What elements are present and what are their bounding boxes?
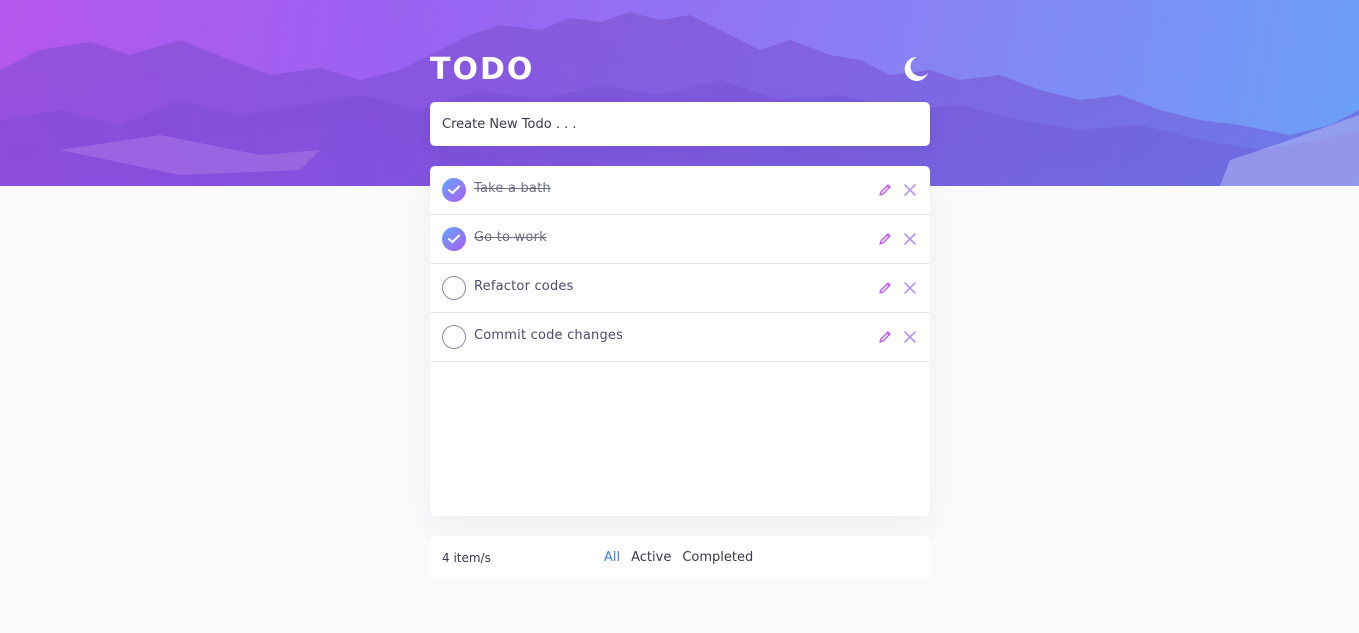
filter-all[interactable]: All: [604, 550, 620, 565]
new-todo-field: [430, 102, 930, 146]
delete-button[interactable]: [903, 231, 917, 245]
todo-checkbox[interactable]: [442, 178, 466, 202]
close-icon: [904, 331, 916, 343]
delete-button[interactable]: [903, 280, 917, 294]
todo-label: Commit code changes: [474, 328, 624, 343]
header-background-image: [0, 0, 1359, 186]
todo-item: Commit code changes: [430, 313, 930, 362]
edit-button[interactable]: [878, 280, 892, 294]
pencil-icon: [879, 233, 891, 245]
todo-label: Go to work: [474, 230, 547, 245]
edit-button[interactable]: [878, 329, 892, 343]
theme-toggle-button[interactable]: [900, 54, 930, 84]
moon-icon: [904, 56, 928, 81]
todo-footer: 4 item/s All Active Completed: [430, 536, 930, 579]
edit-button[interactable]: [878, 231, 892, 245]
mountain-photo: [0, 12, 1359, 186]
todo-list: Take a bath Go to work Refactor codes Co…: [430, 166, 930, 516]
items-count: 4 item/s: [442, 551, 491, 565]
app-title: TODO: [430, 52, 535, 87]
app-header: TODO: [430, 52, 930, 88]
close-icon: [904, 184, 916, 196]
todo-item: Go to work: [430, 215, 930, 264]
todo-label: Take a bath: [474, 181, 551, 196]
check-icon: [448, 185, 460, 194]
todo-checkbox[interactable]: [442, 325, 466, 349]
todo-checkbox[interactable]: [442, 276, 466, 300]
todo-checkbox[interactable]: [442, 227, 466, 251]
todo-item: Take a bath: [430, 166, 930, 215]
filter-completed[interactable]: Completed: [682, 550, 753, 565]
delete-button[interactable]: [903, 329, 917, 343]
close-icon: [904, 282, 916, 294]
todo-label: Refactor codes: [474, 279, 574, 294]
new-todo-input[interactable]: [430, 102, 930, 146]
pencil-icon: [879, 184, 891, 196]
filter-tabs: All Active Completed: [604, 550, 753, 565]
pencil-icon: [879, 331, 891, 343]
todo-item: Refactor codes: [430, 264, 930, 313]
check-icon: [448, 234, 460, 243]
filter-active[interactable]: Active: [631, 550, 671, 565]
delete-button[interactable]: [903, 182, 917, 196]
pencil-icon: [879, 282, 891, 294]
close-icon: [904, 233, 916, 245]
edit-button[interactable]: [878, 182, 892, 196]
